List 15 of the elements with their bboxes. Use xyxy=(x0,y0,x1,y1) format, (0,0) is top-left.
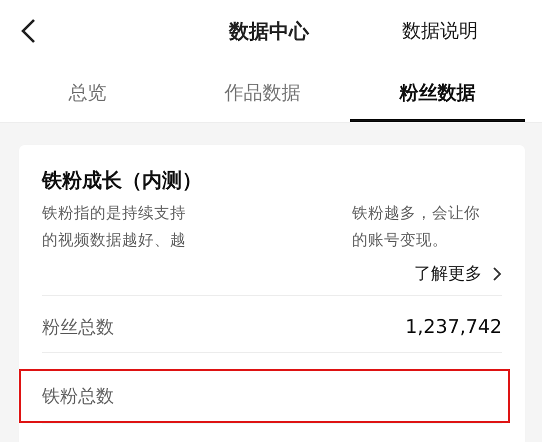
description-text: 的视频数据越好、越 xyxy=(42,230,187,251)
back-icon xyxy=(20,18,36,44)
description-text: 的账号变现。 xyxy=(352,230,449,251)
card-title: 铁粉成长（内测） xyxy=(42,167,203,194)
tab[interactable]: 总览 xyxy=(0,62,175,122)
stat-label: 铁粉总数 xyxy=(42,385,114,408)
stat-label: 粉丝总数 xyxy=(42,316,114,339)
stat-value: 1,237,742 xyxy=(405,316,502,338)
page-title: 数据中心 xyxy=(229,18,309,44)
description-text: 铁粉越多，会让你 xyxy=(352,203,481,224)
description-text: 铁粉指的是持续支持 xyxy=(42,203,187,224)
learn-more-link[interactable]: 了解更多 xyxy=(414,262,502,285)
help-link[interactable]: 数据说明 xyxy=(402,18,478,44)
tab[interactable]: 作品数据 xyxy=(175,62,350,122)
chevron-icon xyxy=(492,266,502,282)
